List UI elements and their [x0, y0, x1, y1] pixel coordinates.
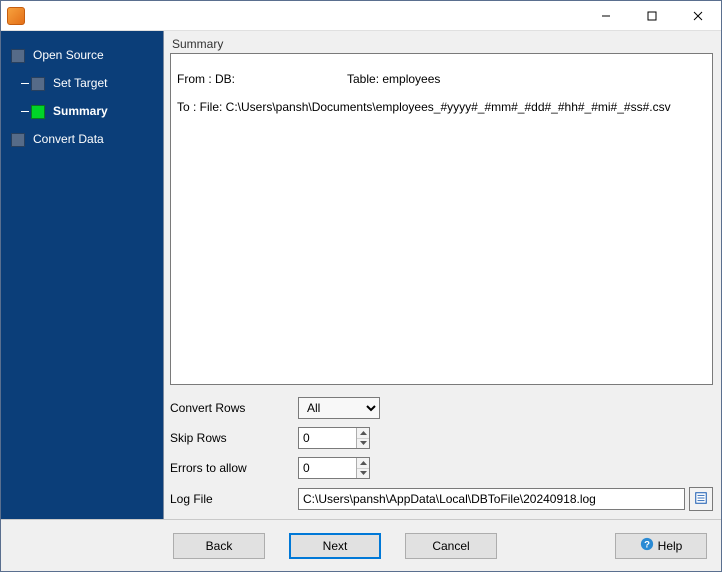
app-icon [7, 7, 25, 25]
summary-text: From : DB: Table: employees To : File: C… [170, 53, 713, 385]
spin-down-icon[interactable] [357, 469, 369, 479]
step-label: Summary [53, 104, 108, 118]
step-convert-data[interactable]: Convert Data [9, 125, 163, 153]
help-icon: ? [640, 537, 654, 554]
step-open-source[interactable]: Open Source [9, 41, 163, 69]
summary-table: Table: employees [347, 72, 440, 86]
back-button[interactable]: Back [173, 533, 265, 559]
convert-rows-label: Convert Rows [170, 401, 292, 415]
skip-rows-label: Skip Rows [170, 431, 292, 445]
options-form: Convert Rows All Skip Rows [170, 397, 713, 511]
spin-up-icon[interactable] [357, 458, 369, 469]
cancel-button[interactable]: Cancel [405, 533, 497, 559]
step-label: Set Target [53, 76, 107, 90]
step-summary[interactable]: Summary [29, 97, 163, 125]
body-area: Open Source Set Target Summary Convert D… [1, 31, 721, 571]
summary-group-label: Summary [172, 37, 713, 51]
minimize-button[interactable] [583, 1, 629, 31]
help-button[interactable]: ? Help [615, 533, 707, 559]
sidebar: Open Source Set Target Summary Convert D… [1, 31, 164, 519]
open-file-icon [694, 491, 708, 508]
summary-from: From : DB: [177, 72, 347, 86]
log-file-label: Log File [170, 492, 292, 506]
skip-rows-input[interactable] [299, 428, 356, 448]
svg-text:?: ? [644, 540, 650, 551]
browse-button[interactable] [689, 487, 713, 511]
summary-to: To : File: C:\Users\pansh\Documents\empl… [177, 100, 706, 114]
button-bar: Back Next Cancel ? Help [1, 519, 721, 571]
errors-label: Errors to allow [170, 461, 292, 475]
convert-rows-select[interactable]: All [298, 397, 380, 419]
maximize-button[interactable] [629, 1, 675, 31]
step-label: Open Source [33, 48, 104, 62]
skip-rows-spinner[interactable] [298, 427, 370, 449]
errors-spinner[interactable] [298, 457, 370, 479]
errors-input[interactable] [299, 458, 356, 478]
spin-up-icon[interactable] [357, 428, 369, 439]
step-label: Convert Data [33, 132, 104, 146]
log-file-input[interactable] [298, 488, 685, 510]
titlebar [1, 1, 721, 31]
step-set-target[interactable]: Set Target [29, 69, 163, 97]
app-window: Open Source Set Target Summary Convert D… [0, 0, 722, 572]
spin-down-icon[interactable] [357, 439, 369, 449]
next-button[interactable]: Next [289, 533, 381, 559]
close-button[interactable] [675, 1, 721, 31]
right-pane: Summary From : DB: Table: employees To :… [164, 31, 721, 519]
